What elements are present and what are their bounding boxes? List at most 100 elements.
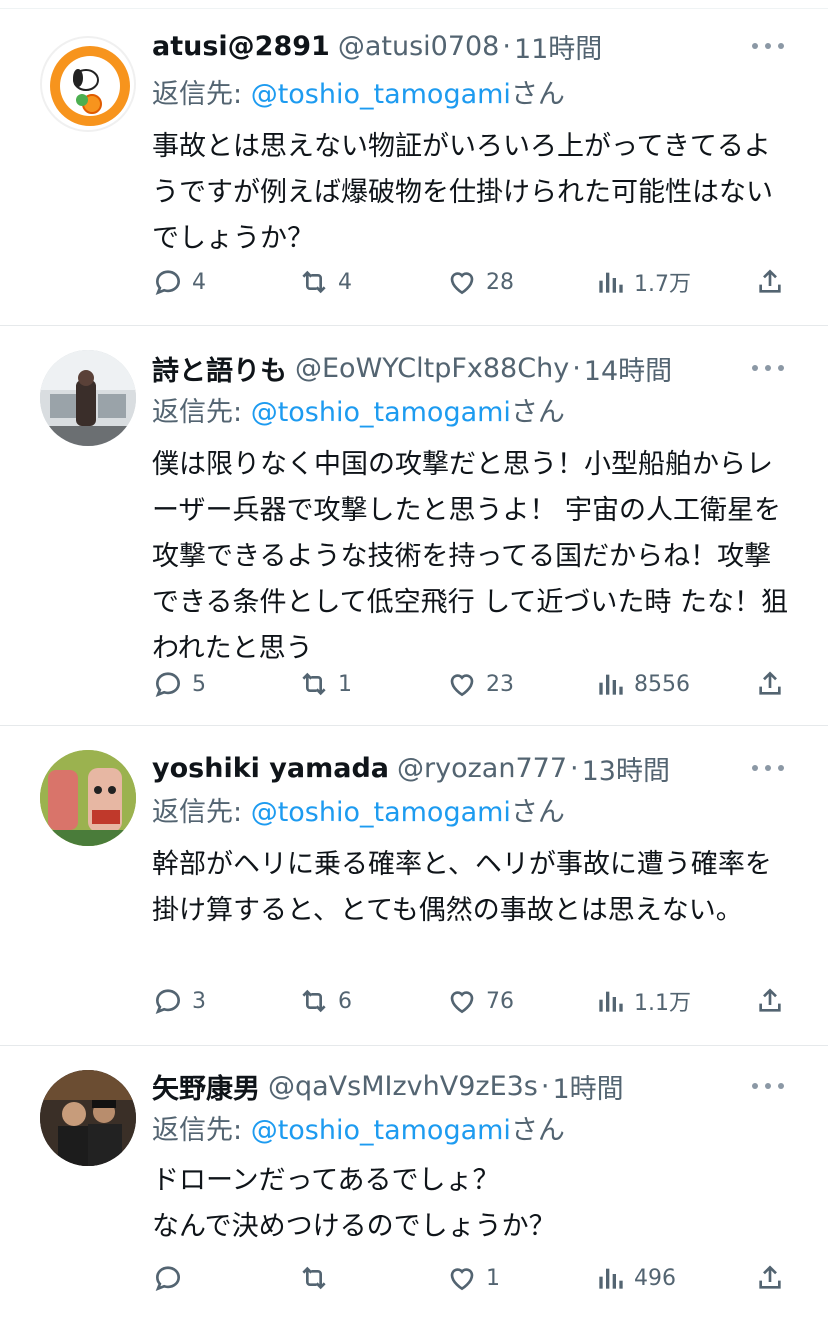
reply-to-suffix: さん — [510, 79, 565, 110]
reply-count: 3 — [192, 988, 206, 1014]
tweet-text: 事故とは思えない物証がいろいろ上がってきてるようですが例えば爆破物を仕掛けられた… — [152, 131, 773, 254]
share-icon — [759, 269, 781, 293]
retweet-icon — [302, 989, 326, 1013]
reply-button[interactable]: 5 — [152, 664, 206, 704]
separator-dot: · — [540, 1070, 550, 1102]
reply-button[interactable]: 4 — [152, 262, 206, 302]
more-icon[interactable] — [752, 752, 784, 784]
reply-to-line: 返信先: @toshio_tamogamiさん — [152, 1108, 565, 1147]
views-count: 8556 — [634, 671, 690, 697]
display-name[interactable]: yoshiki yamada — [152, 753, 389, 784]
avatar[interactable] — [40, 750, 136, 846]
separator-dot: · — [572, 352, 581, 384]
views-count: 1.7万 — [634, 272, 691, 297]
retweet-count: 1 — [338, 671, 352, 697]
like-button[interactable]: 1 — [446, 1258, 500, 1298]
reply-icon — [155, 989, 181, 1015]
reply-to-line: 返信先: @toshio_tamogamiさん — [152, 390, 565, 429]
reply-to-suffix: さん — [510, 1115, 565, 1146]
retweet-button[interactable] — [298, 1258, 338, 1298]
share-button[interactable] — [754, 1258, 786, 1298]
share-button[interactable] — [754, 262, 786, 302]
views-count: 496 — [634, 1265, 676, 1291]
retweet-button[interactable]: 4 — [298, 262, 352, 302]
views-button[interactable]: 8556 — [594, 664, 690, 704]
display-name[interactable]: atusi@2891 — [152, 31, 330, 62]
user-handle[interactable]: @ryozan777 — [397, 753, 567, 784]
reply-to-suffix: さん — [510, 797, 565, 828]
more-icon[interactable] — [752, 352, 784, 384]
separator-dot: · — [502, 30, 511, 62]
tweet-4[interactable]: 矢野康男 @qaVsMIzvhV9zE3s · 1時間 返信先: @toshio… — [0, 1046, 828, 1320]
timestamp[interactable]: 13時間 — [582, 749, 670, 788]
tweet-2[interactable]: 詩と語りも @EoWYCltpFx88Chy · 14時間 返信先: @tosh… — [0, 326, 828, 726]
retweet-count: 6 — [338, 988, 352, 1014]
views-button[interactable]: 1.7万 — [594, 262, 691, 302]
reply-button[interactable]: 3 — [152, 981, 206, 1021]
retweet-button[interactable]: 1 — [298, 664, 352, 704]
action-bar: 3 6 76 1.1万 — [152, 981, 786, 1021]
action-bar: 5 1 23 8556 — [152, 664, 786, 704]
views-icon — [599, 1268, 623, 1289]
reply-icon — [155, 672, 181, 698]
user-handle[interactable]: @atusi0708 — [338, 31, 500, 62]
like-button[interactable]: 28 — [446, 262, 514, 302]
reply-count: 5 — [192, 671, 206, 697]
reply-to-prefix: 返信先: — [152, 79, 251, 110]
timestamp[interactable]: 14時間 — [584, 349, 672, 388]
like-count: 1 — [486, 1265, 500, 1291]
retweet-button[interactable]: 6 — [298, 981, 352, 1021]
user-handle[interactable]: @qaVsMIzvhV9zE3s — [268, 1071, 538, 1102]
reply-to-prefix: 返信先: — [152, 1115, 251, 1146]
avatar[interactable] — [40, 1070, 136, 1166]
more-icon[interactable] — [752, 1070, 784, 1102]
more-icon[interactable] — [752, 30, 784, 62]
retweet-icon — [302, 270, 326, 294]
like-icon — [450, 991, 474, 1014]
timestamp[interactable]: 11時間 — [514, 27, 602, 66]
reply-count: 4 — [192, 269, 206, 295]
display-name[interactable]: 詩と語りも — [152, 349, 287, 388]
views-button[interactable]: 496 — [594, 1258, 676, 1298]
like-icon — [450, 1268, 474, 1291]
like-button[interactable]: 76 — [446, 981, 514, 1021]
share-icon — [759, 671, 781, 695]
tweet-text: 僕は限りなく中国の攻撃だと思う！小型船舶からレーザー兵器で攻撃したと思うよ！ 宇… — [152, 449, 789, 664]
share-button[interactable] — [754, 981, 786, 1021]
reply-to-suffix: さん — [510, 397, 565, 428]
reply-icon — [155, 1266, 181, 1292]
reply-to-mention[interactable]: @toshio_tamogami — [251, 397, 511, 428]
reply-to-mention[interactable]: @toshio_tamogami — [251, 797, 511, 828]
reply-to-mention[interactable]: @toshio_tamogami — [251, 79, 511, 110]
like-button[interactable]: 23 — [446, 664, 514, 704]
reply-icon — [155, 270, 181, 296]
tweet-1[interactable]: atusi@2891 @atusi0708 · 11時間 返信先: @toshi… — [0, 24, 828, 326]
timestamp[interactable]: 1時間 — [552, 1067, 623, 1106]
avatar[interactable] — [40, 350, 136, 446]
reply-to-prefix: 返信先: — [152, 397, 251, 428]
avatar[interactable] — [40, 36, 136, 132]
views-count: 1.1万 — [634, 991, 691, 1016]
tweet-3[interactable]: yoshiki yamada @ryozan777 · 13時間 返信先: @t… — [0, 726, 828, 1046]
separator-dot: · — [570, 752, 579, 784]
share-icon — [759, 988, 781, 1012]
retweet-icon — [302, 1266, 326, 1290]
user-handle[interactable]: @EoWYCltpFx88Chy — [295, 353, 569, 384]
views-icon — [599, 991, 623, 1012]
action-bar: 4 4 28 1.7万 — [152, 262, 786, 302]
like-icon — [450, 272, 474, 295]
views-icon — [599, 272, 623, 293]
top-divider — [0, 8, 828, 9]
action-bar: 1 496 — [152, 1258, 786, 1298]
reply-to-line: 返信先: @toshio_tamogamiさん — [152, 72, 565, 111]
reply-to-prefix: 返信先: — [152, 797, 251, 828]
tweet-text: 幹部がヘリに乗る確率と、ヘリが事故に遭う確率を掛け算すると、とても偶然の事故とは… — [152, 849, 772, 926]
share-button[interactable] — [754, 664, 786, 704]
display-name[interactable]: 矢野康男 — [152, 1067, 260, 1106]
views-button[interactable]: 1.1万 — [594, 981, 691, 1021]
reply-button[interactable] — [152, 1258, 192, 1298]
like-count: 23 — [486, 671, 514, 697]
share-icon — [759, 1265, 781, 1289]
views-icon — [599, 674, 623, 695]
reply-to-mention[interactable]: @toshio_tamogami — [251, 1115, 511, 1146]
